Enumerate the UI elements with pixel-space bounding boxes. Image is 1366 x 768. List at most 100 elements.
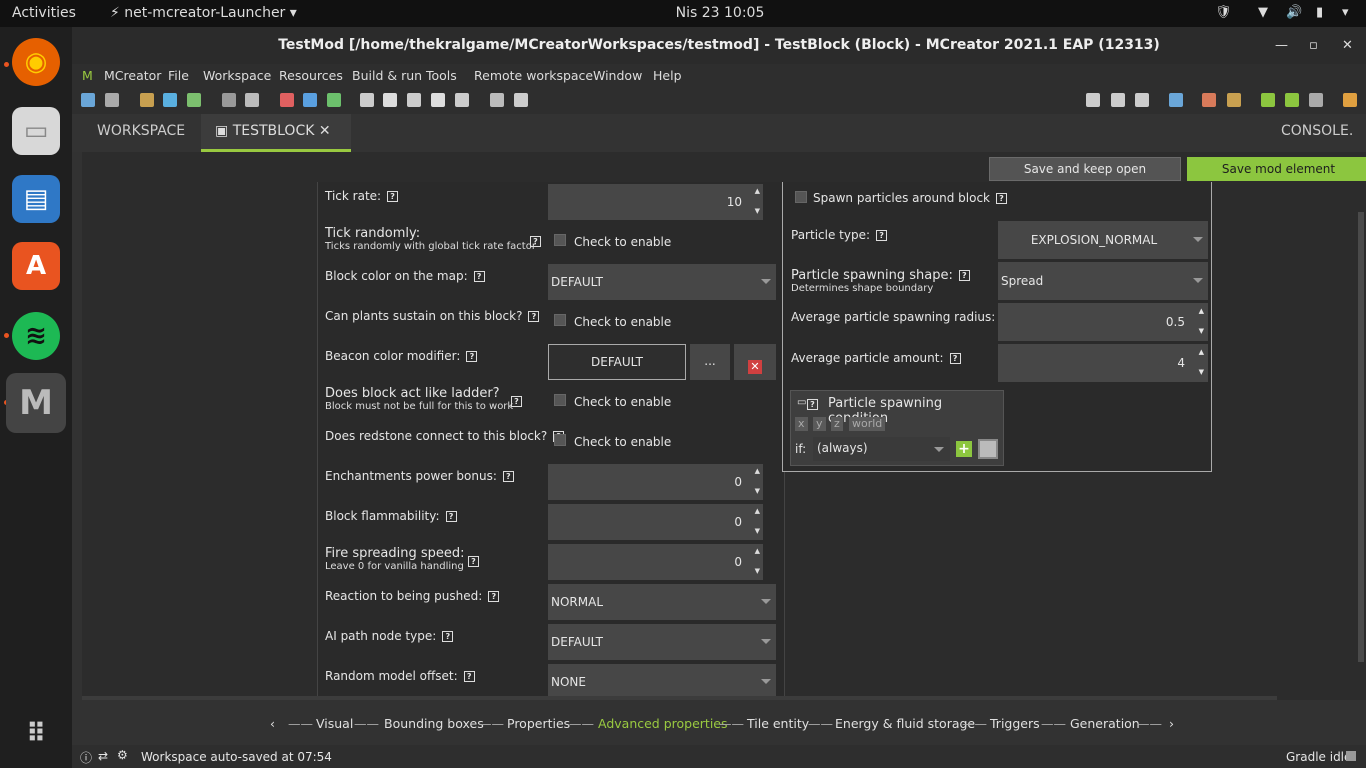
sound-icon[interactable] xyxy=(222,93,236,107)
help-icon[interactable]: ? xyxy=(530,236,541,247)
menu-help[interactable]: Help xyxy=(653,68,682,83)
help-icon[interactable]: ? xyxy=(958,270,970,281)
export-icon[interactable] xyxy=(1343,93,1357,107)
folder-icon[interactable] xyxy=(1169,93,1183,107)
beacon-clear-button[interactable]: ✕ xyxy=(734,344,776,380)
tools-icon[interactable] xyxy=(431,93,445,107)
software-store-icon[interactable]: A xyxy=(12,242,60,290)
hammer-icon[interactable] xyxy=(1227,93,1241,107)
menu-tools[interactable]: Tools xyxy=(426,68,457,83)
offset-select[interactable]: NONE xyxy=(548,664,776,700)
tab-testblock[interactable]: ▣ TESTBLOCK ✕ xyxy=(201,114,351,152)
package-icon[interactable] xyxy=(455,93,469,107)
info-icon[interactable]: ⓘ xyxy=(80,749,92,766)
libreoffice-writer-icon[interactable]: ▤ xyxy=(12,175,60,223)
shield-icon[interactable]: 🛡 xyxy=(1215,5,1232,20)
condition-select[interactable]: (always) xyxy=(813,437,950,461)
menu-mcreator[interactable]: MCreator xyxy=(104,68,161,83)
sync-icon[interactable]: ⇄ xyxy=(98,749,108,763)
code-icon[interactable] xyxy=(383,93,397,107)
help-icon[interactable]: ? xyxy=(876,230,888,241)
nav-generation[interactable]: Generation xyxy=(1070,716,1140,731)
show-apps-icon[interactable]: ⠿ xyxy=(12,710,60,758)
maximize-icon[interactable]: ▫ xyxy=(1309,27,1318,64)
gradle-icon[interactable] xyxy=(490,93,504,107)
pull-icon[interactable] xyxy=(1111,93,1125,107)
tick-randomly-checkbox[interactable] xyxy=(554,234,566,246)
gradle-stop-icon[interactable] xyxy=(1346,751,1356,761)
edit-procedure-button[interactable] xyxy=(978,439,998,459)
help-icon[interactable]: ? xyxy=(488,591,500,602)
help-icon[interactable]: ? xyxy=(387,191,399,202)
ladder-checkbox[interactable] xyxy=(554,394,566,406)
clock[interactable]: Nis 23 10:05 xyxy=(650,5,790,21)
tick-rate-spinner[interactable]: 10 ▲ ▼ xyxy=(548,184,763,220)
help-icon[interactable]: ? xyxy=(463,671,475,682)
nav-bounding-boxes[interactable]: Bounding boxes xyxy=(384,716,484,731)
nav-advanced-properties[interactable]: Advanced properties xyxy=(598,716,728,731)
menu-resources[interactable]: Resources xyxy=(279,68,343,83)
flammability-spinner[interactable]: 0 ▲ ▼ xyxy=(548,504,763,540)
save-keep-open-button[interactable]: Save and keep open xyxy=(989,157,1181,181)
help-icon[interactable]: ? xyxy=(807,399,818,410)
spawn-particles-checkbox[interactable] xyxy=(795,191,807,203)
stop-icon[interactable] xyxy=(1309,93,1323,107)
build-icon[interactable] xyxy=(1202,93,1216,107)
help-icon[interactable]: ? xyxy=(442,631,454,642)
push-icon[interactable] xyxy=(1135,93,1149,107)
new-element-icon[interactable] xyxy=(81,93,95,107)
redstone-checkbox[interactable] xyxy=(554,434,566,446)
particle-radius-spinner[interactable]: 0.5 ▲ ▼ xyxy=(998,303,1208,341)
add-procedure-button[interactable]: + xyxy=(956,441,972,457)
power-menu-icon[interactable]: ▾ xyxy=(1342,5,1349,20)
menu-file[interactable]: File xyxy=(168,68,189,83)
activities-button[interactable]: Activities xyxy=(12,5,76,21)
fire-spinner[interactable]: 0 ▲ ▼ xyxy=(548,544,763,580)
ai-path-select[interactable]: DEFAULT xyxy=(548,624,776,660)
model-icon[interactable] xyxy=(280,93,294,107)
help-icon[interactable]: ? xyxy=(473,271,485,282)
image-icon[interactable] xyxy=(187,93,201,107)
volume-icon[interactable]: 🔊 xyxy=(1286,5,1302,20)
menu-remote-workspace[interactable]: Remote workspace xyxy=(474,68,593,83)
nav-energy-fluid[interactable]: Energy & fluid storage xyxy=(835,716,975,731)
help-icon[interactable]: ? xyxy=(502,471,514,482)
plants-checkbox[interactable] xyxy=(554,314,566,326)
help-icon[interactable]: ? xyxy=(466,351,478,362)
save-element-button[interactable]: Save mod element xyxy=(1187,157,1366,181)
nav-triggers[interactable]: Triggers xyxy=(990,716,1040,731)
help-icon[interactable]: ? xyxy=(949,353,961,364)
battery-icon[interactable]: ▮ xyxy=(1316,5,1323,20)
branch-icon[interactable] xyxy=(1086,93,1100,107)
run-server-icon[interactable] xyxy=(1285,93,1299,107)
variables-icon[interactable] xyxy=(327,93,341,107)
structure-icon[interactable] xyxy=(245,93,259,107)
nav-prev-icon[interactable]: ‹ xyxy=(270,716,275,731)
close-window-icon[interactable]: ✕ xyxy=(1342,27,1353,64)
firefox-icon[interactable]: ◉ xyxy=(12,38,60,86)
help-icon[interactable]: ? xyxy=(445,511,457,522)
help-icon[interactable]: ? xyxy=(468,556,479,567)
close-tab-icon[interactable]: ✕ xyxy=(319,123,331,139)
tab-console[interactable]: CONSOLE. xyxy=(1267,114,1366,152)
help-icon[interactable]: ? xyxy=(511,396,522,407)
particle-type-select[interactable]: EXPLOSION_NORMAL xyxy=(998,221,1208,259)
horizontal-scrollbar[interactable] xyxy=(82,696,1277,700)
spotify-icon[interactable]: ≋ xyxy=(12,312,60,360)
gear-icon[interactable]: ⚙ xyxy=(117,748,128,762)
edit-icon[interactable] xyxy=(407,93,421,107)
block-color-select[interactable]: DEFAULT xyxy=(548,264,776,300)
texture-icon[interactable] xyxy=(163,93,177,107)
particle-amount-spinner[interactable]: 4 ▲ ▼ xyxy=(998,344,1208,382)
menu-window[interactable]: Window xyxy=(593,68,642,83)
tab-workspace[interactable]: WORKSPACE xyxy=(83,114,199,152)
blockly-icon[interactable] xyxy=(360,93,374,107)
vertical-scrollbar[interactable] xyxy=(1358,212,1364,662)
nav-properties[interactable]: Properties xyxy=(507,716,570,731)
nav-tile-entity[interactable]: Tile entity xyxy=(747,716,809,731)
beacon-color-button[interactable]: DEFAULT xyxy=(548,344,686,380)
tag-icon[interactable] xyxy=(514,93,528,107)
beacon-pick-button[interactable]: ... xyxy=(690,344,730,380)
nav-next-icon[interactable]: › xyxy=(1169,716,1174,731)
menu-workspace[interactable]: Workspace xyxy=(203,68,271,83)
